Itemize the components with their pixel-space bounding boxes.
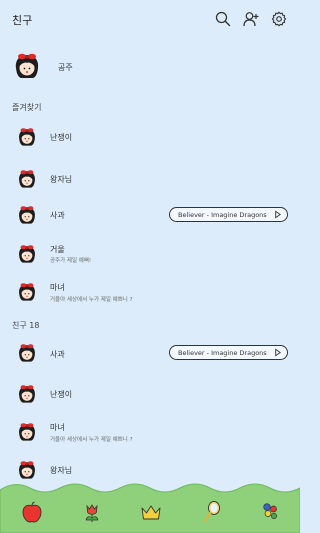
- header-bar: 친구: [0, 0, 300, 40]
- friend-status: 거울아 세상에서 누가 제일 예쁘니 ?: [50, 437, 133, 443]
- flower-icon[interactable]: [258, 500, 282, 524]
- my-name: 공주: [58, 63, 73, 72]
- avatar: [16, 422, 38, 442]
- music-pill[interactable]: Believer - Imagine Dragons: [169, 345, 288, 360]
- music-title: Believer - Imagine Dragons: [178, 211, 267, 219]
- avatar: [16, 343, 38, 363]
- friend-name: 사과: [50, 350, 65, 359]
- friend-name: 왕자님: [50, 175, 73, 184]
- avatar: [16, 244, 38, 264]
- favorites-section-label: 즐겨찾기: [12, 103, 42, 112]
- apple-icon[interactable]: [20, 500, 44, 524]
- friend-name: 거울: [50, 245, 65, 254]
- settings-icon[interactable]: [271, 11, 287, 27]
- tulip-icon[interactable]: [80, 500, 104, 524]
- avatar: [16, 460, 38, 480]
- bottom-tab-bar: [0, 478, 300, 533]
- avatar: [16, 384, 38, 404]
- my-avatar[interactable]: [12, 52, 42, 80]
- friend-name: 마녀: [50, 423, 65, 432]
- avatar: [16, 282, 38, 302]
- add-friend-icon[interactable]: [243, 11, 259, 27]
- friend-name: 마녀: [50, 283, 65, 292]
- search-icon[interactable]: [215, 11, 231, 27]
- crown-icon[interactable]: [139, 500, 163, 524]
- friend-name: 난쟁이: [50, 390, 73, 399]
- friend-status: 거울아 세상에서 누가 제일 예쁘니 ?: [50, 297, 133, 303]
- music-title: Believer - Imagine Dragons: [178, 349, 267, 357]
- music-pill[interactable]: Believer - Imagine Dragons: [169, 207, 288, 222]
- friend-name: 왕자님: [50, 466, 73, 475]
- mirror-icon[interactable]: [200, 500, 224, 524]
- friend-status: 공주가 제일 예뻐!: [50, 258, 92, 264]
- avatar: [16, 127, 38, 147]
- friends-section-label: 친구 18: [12, 321, 40, 330]
- avatar: [16, 169, 38, 189]
- play-icon[interactable]: [273, 348, 282, 357]
- page-title: 친구: [12, 14, 33, 27]
- play-icon[interactable]: [273, 210, 282, 219]
- friend-name: 사과: [50, 211, 65, 220]
- avatar: [16, 205, 38, 225]
- friend-name: 난쟁이: [50, 133, 73, 142]
